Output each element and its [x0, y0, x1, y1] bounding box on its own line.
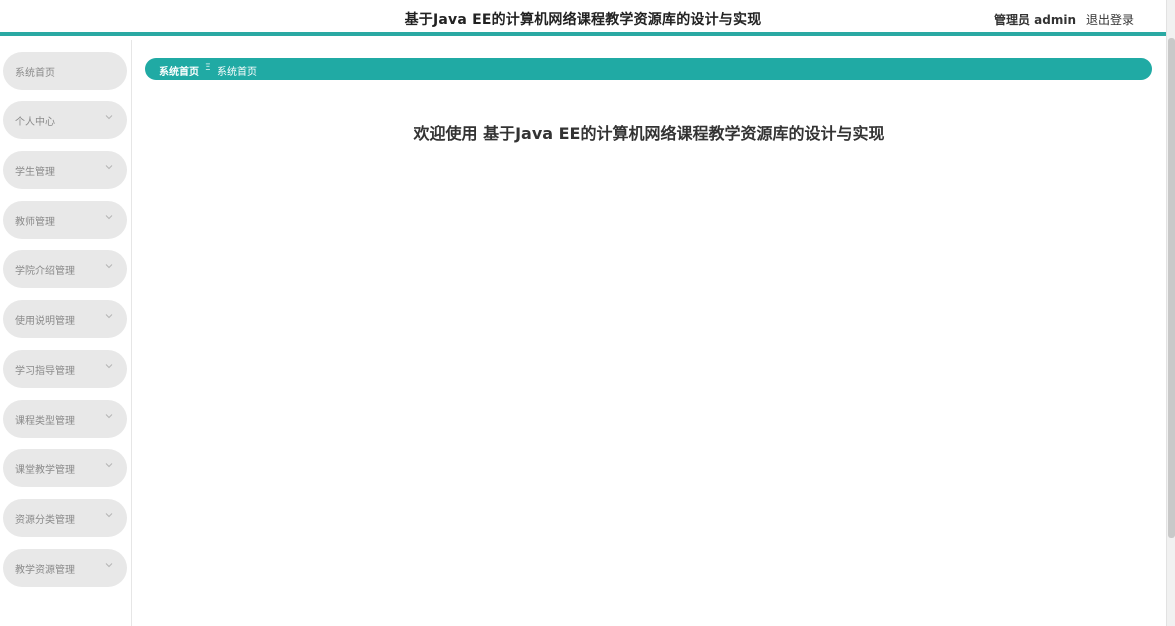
top-header: 基于Java EE的计算机网络课程教学资源库的设计与实现 管理员 admin 退…: [0, 0, 1166, 36]
welcome-message: 欢迎使用 基于Java EE的计算机网络课程教学资源库的设计与实现: [413, 124, 885, 143]
sidebar-item-label: 系统首页: [15, 68, 55, 79]
scrollbar-thumb[interactable]: [1168, 38, 1175, 538]
chevron-down-icon: [105, 115, 113, 120]
sidebar-item-label: 学习指导管理: [15, 366, 75, 377]
sidebar-item-teacher-management[interactable]: 教师管理: [3, 201, 127, 239]
chevron-down-icon: [105, 513, 113, 518]
breadcrumb-current: 系统首页: [217, 67, 257, 78]
chevron-down-icon: [105, 364, 113, 369]
sidebar-item-usage-guide-management[interactable]: 使用说明管理: [3, 300, 127, 338]
app-title: 基于Java EE的计算机网络课程教学资源库的设计与实现: [404, 12, 762, 28]
user-label: 管理员 admin: [993, 13, 1076, 27]
sidebar-item-label: 教学资源管理: [15, 565, 75, 576]
sidebar-item-home[interactable]: 系统首页: [3, 52, 127, 90]
sidebar-item-label: 资源分类管理: [15, 515, 75, 526]
chevron-down-icon: [105, 165, 113, 170]
sidebar-item-student-management[interactable]: 学生管理: [3, 151, 127, 189]
sidebar-item-label: 教师管理: [15, 217, 55, 228]
breadcrumb-separator: Ξ: [205, 63, 211, 73]
chevron-down-icon: [105, 414, 113, 419]
sidebar-item-label: 学院介绍管理: [15, 266, 75, 277]
logout-link[interactable]: 退出登录: [1086, 11, 1134, 28]
sidebar-item-personal-center[interactable]: 个人中心: [3, 101, 127, 139]
sidebar-item-study-guidance-management[interactable]: 学习指导管理: [3, 350, 127, 388]
sidebar-item-label: 课堂教学管理: [15, 465, 75, 476]
sidebar-item-label: 使用说明管理: [15, 316, 75, 327]
sidebar-item-resource-category-management[interactable]: 资源分类管理: [3, 499, 127, 537]
sidebar-item-label: 课程类型管理: [15, 416, 75, 427]
sidebar-item-course-type-management[interactable]: 课程类型管理: [3, 400, 127, 438]
chevron-down-icon: [105, 264, 113, 269]
sidebar: 系统首页 个人中心 学生管理 教师管理 学院介绍管理 使用说明管理 学习指导管理…: [0, 40, 132, 626]
sidebar-item-teaching-resource-management[interactable]: 教学资源管理: [3, 549, 127, 587]
sidebar-item-college-intro-management[interactable]: 学院介绍管理: [3, 250, 127, 288]
chevron-down-icon: [105, 314, 113, 319]
chevron-down-icon: [105, 463, 113, 468]
chevron-down-icon: [105, 215, 113, 220]
chevron-down-icon: [105, 563, 113, 568]
page-scrollbar[interactable]: [1166, 0, 1175, 626]
sidebar-item-label: 个人中心: [15, 117, 55, 128]
sidebar-item-label: 学生管理: [15, 167, 55, 178]
breadcrumb: 系统首页 Ξ 系统首页: [145, 58, 1152, 80]
sidebar-item-classroom-teaching-management[interactable]: 课堂教学管理: [3, 449, 127, 487]
breadcrumb-home-link[interactable]: 系统首页: [159, 63, 199, 78]
